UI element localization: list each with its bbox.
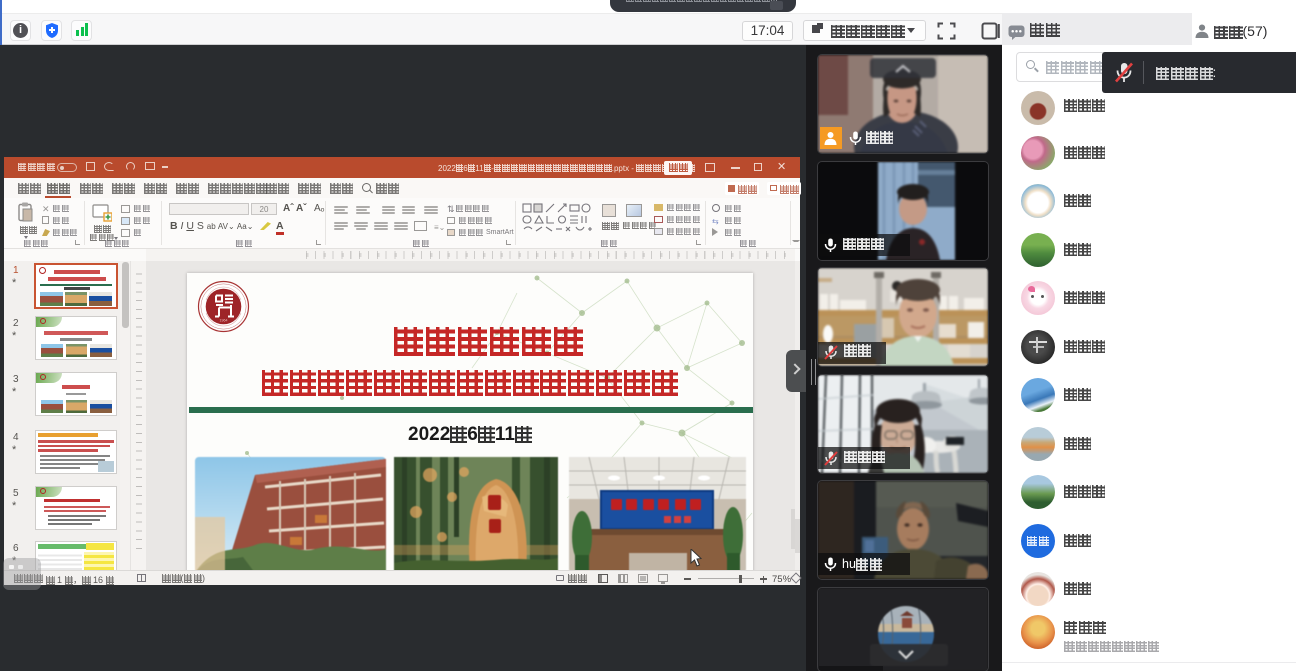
svg-text:1964: 1964	[220, 319, 228, 323]
